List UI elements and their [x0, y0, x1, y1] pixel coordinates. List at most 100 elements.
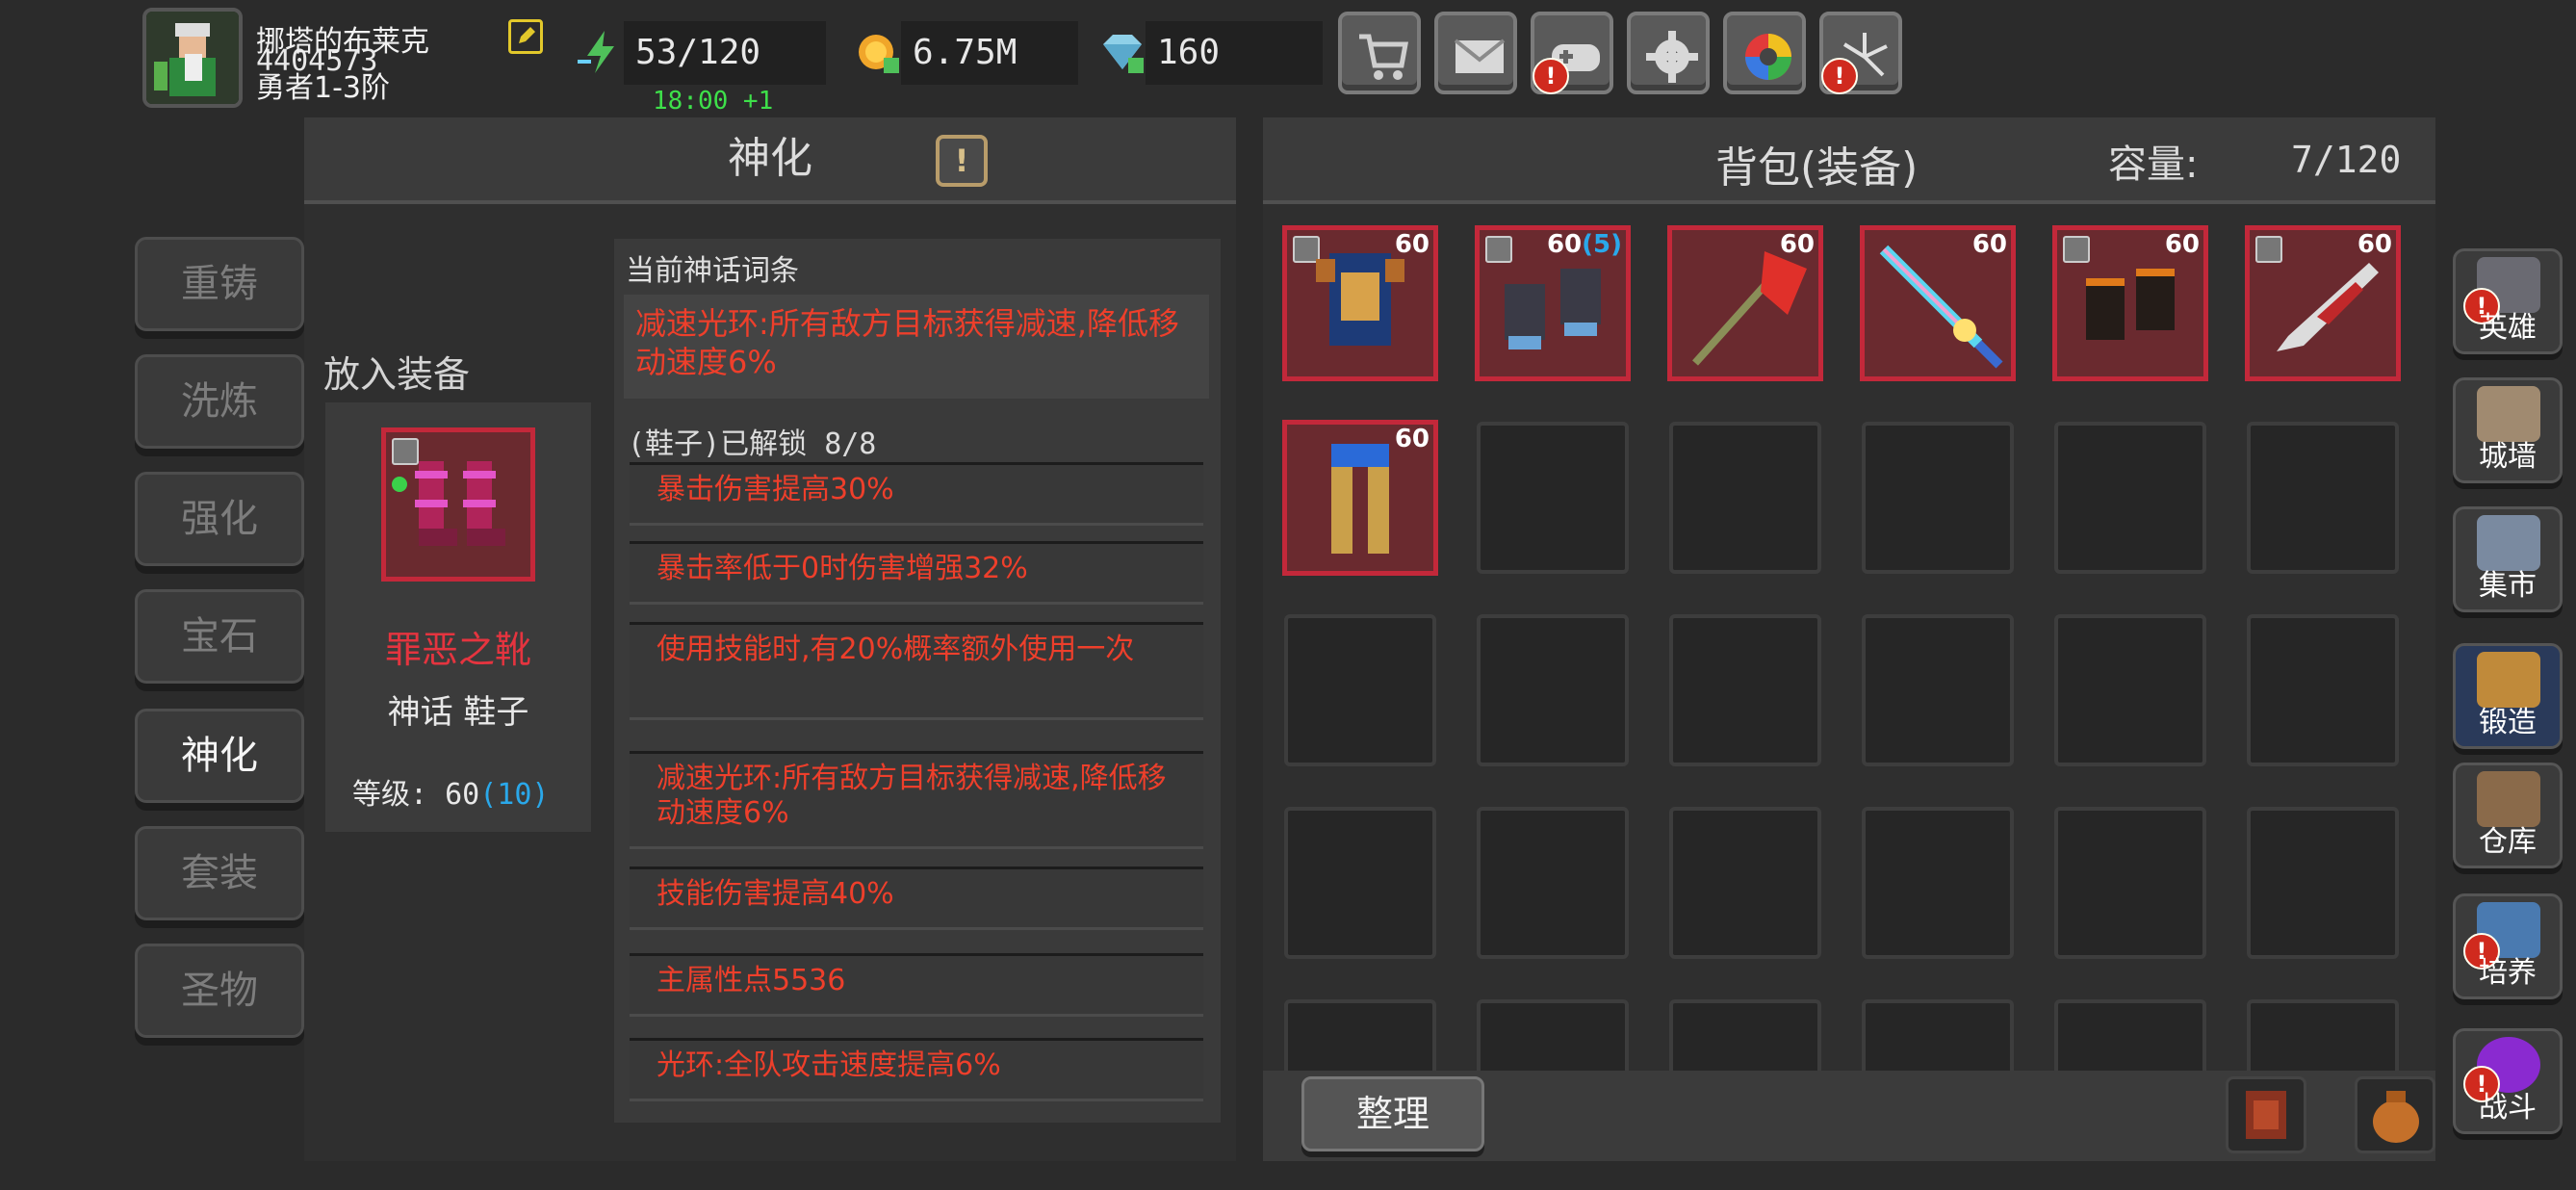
energy-timer: 18:00 +1 [653, 87, 774, 116]
bag-title: 背包(装备) [1715, 143, 1919, 193]
edit-name-icon[interactable] [508, 19, 543, 54]
knife-icon [2277, 263, 2379, 351]
bag-item-slot[interactable]: 60(5) [1475, 225, 1631, 381]
empty-slot[interactable] [2054, 999, 2206, 1076]
put-equipment-label: 放入装备 [323, 353, 471, 396]
bag-item-slot[interactable]: 60 [1667, 225, 1823, 381]
energy-icon [576, 27, 626, 77]
tab-label: 重铸 [181, 262, 258, 306]
nav-cultivate[interactable]: ! 培养 [2453, 893, 2563, 999]
axe-icon [1692, 251, 1807, 366]
empty-slot[interactable] [2247, 614, 2399, 766]
tab-gem[interactable]: 宝石 [135, 589, 304, 684]
bag-item-slot[interactable]: 60 [2052, 225, 2208, 381]
tab-set[interactable]: 套装 [135, 826, 304, 920]
current-affix-title: 当前神话词条 [626, 254, 799, 288]
empty-slot[interactable] [1284, 999, 1436, 1076]
player-name: 挪塔的布莱克 [256, 25, 429, 59]
attribute-row: 暴击伤害提高30% [630, 462, 1203, 526]
gloves-icon [1505, 269, 1601, 349]
gamepad-button[interactable]: ! [1531, 12, 1613, 94]
empty-slot[interactable] [1862, 614, 2014, 766]
nav-label: 集市 [2479, 569, 2537, 603]
tab-label: 宝石 [181, 614, 258, 659]
settings-button[interactable] [1627, 12, 1710, 94]
empty-slot[interactable] [2054, 807, 2206, 959]
nav-label: 战斗 [2479, 1091, 2537, 1125]
bag-item-slot[interactable]: 60 [1282, 420, 1438, 576]
empty-slot[interactable] [1862, 999, 2014, 1076]
level-bonus: (10) [479, 778, 550, 812]
nav-wall[interactable]: 城墙 [2453, 377, 2563, 483]
attribute-row: 使用技能时,有20%概率额外使用一次 [630, 622, 1203, 720]
nav-forge[interactable]: 锻造 [2453, 643, 2563, 749]
energy-value: 53/120 [624, 21, 826, 85]
level-label: 等级: [352, 778, 428, 812]
gold-value: 6.75M [901, 21, 1078, 85]
capacity-value: 7/120 [2291, 139, 2402, 181]
bag-item-slot[interactable]: 60 [1282, 225, 1438, 381]
deify-header: 神化 [304, 117, 1236, 204]
level-value: 60 [445, 778, 480, 812]
empty-slot[interactable] [1862, 422, 2014, 574]
tab-refine[interactable]: 洗炼 [135, 354, 304, 449]
empty-slot[interactable] [1477, 614, 1629, 766]
nav-market[interactable]: 集市 [2453, 506, 2563, 612]
empty-slot[interactable] [2247, 422, 2399, 574]
empty-slot[interactable] [1862, 807, 2014, 959]
color-wheel-icon [1745, 34, 1791, 80]
gear-icon [1646, 31, 1698, 83]
item-name: 罪恶之靴 [384, 629, 531, 671]
unlocked-status: (鞋子)已解锁 8/8 [628, 420, 876, 462]
leggings-icon [1331, 444, 1389, 554]
mail-button[interactable] [1434, 12, 1517, 94]
empty-slot[interactable] [1669, 422, 1821, 574]
unlocked-label: (鞋子)已解锁 [628, 427, 808, 461]
tab-recast[interactable]: 重铸 [135, 237, 304, 331]
nav-hero[interactable]: ! 英雄 [2453, 248, 2563, 354]
mail-icon [1454, 39, 1506, 73]
loot-bag-button[interactable] [2355, 1076, 2435, 1153]
filter-armor-button[interactable] [2226, 1076, 2306, 1153]
empty-slot[interactable] [2247, 999, 2399, 1076]
item-type: 神话 鞋子 [387, 693, 529, 732]
bag-header: 背包(装备) 容量: 7/120 [1263, 117, 2435, 204]
empty-slot[interactable] [2247, 807, 2399, 959]
nav-label: 城墙 [2479, 440, 2537, 474]
nav-label: 仓库 [2479, 825, 2537, 859]
tab-deify[interactable]: 神化 [135, 709, 304, 803]
sort-label: 整理 [1355, 1093, 1430, 1135]
empty-slot[interactable] [1477, 807, 1629, 959]
empty-slot[interactable] [1284, 614, 1436, 766]
fireworks-button[interactable]: ! [1819, 12, 1902, 94]
bag-item-slot[interactable]: 60 [1860, 225, 2016, 381]
unlocked-count: 8/8 [824, 427, 877, 461]
nav-label: 培养 [2479, 956, 2537, 990]
info-icon[interactable]: ! [936, 135, 988, 187]
empty-slot[interactable] [2054, 614, 2206, 766]
shop-button[interactable] [1338, 12, 1421, 94]
empty-slot[interactable] [1284, 807, 1436, 959]
gauntlet-icon [2086, 269, 2175, 340]
equipped-slot[interactable] [381, 427, 535, 582]
armor-icon [1316, 253, 1404, 346]
sort-button[interactable]: 整理 [1301, 1076, 1484, 1151]
player-avatar[interactable] [142, 8, 243, 108]
empty-slot[interactable] [1669, 614, 1821, 766]
attribute-row: 技能伤害提高40% [630, 867, 1203, 930]
tab-relic[interactable]: 圣物 [135, 944, 304, 1038]
tab-label: 强化 [181, 497, 258, 541]
empty-slot[interactable] [1669, 807, 1821, 959]
empty-slot[interactable] [1477, 422, 1629, 574]
bag-item-slot[interactable]: 60 [2245, 225, 2401, 381]
empty-slot[interactable] [1669, 999, 1821, 1076]
attribute-row: 光环:全队攻击速度提高6% [630, 1038, 1203, 1101]
gallery-button[interactable] [1723, 12, 1806, 94]
alert-icon: ! [1533, 58, 1569, 94]
page-title: 神化 [728, 134, 812, 183]
tab-enhance[interactable]: 强化 [135, 472, 304, 566]
empty-slot[interactable] [2054, 422, 2206, 574]
nav-warehouse[interactable]: 仓库 [2453, 763, 2563, 868]
nav-battle[interactable]: ! 战斗 [2453, 1028, 2563, 1134]
empty-slot[interactable] [1477, 999, 1629, 1076]
